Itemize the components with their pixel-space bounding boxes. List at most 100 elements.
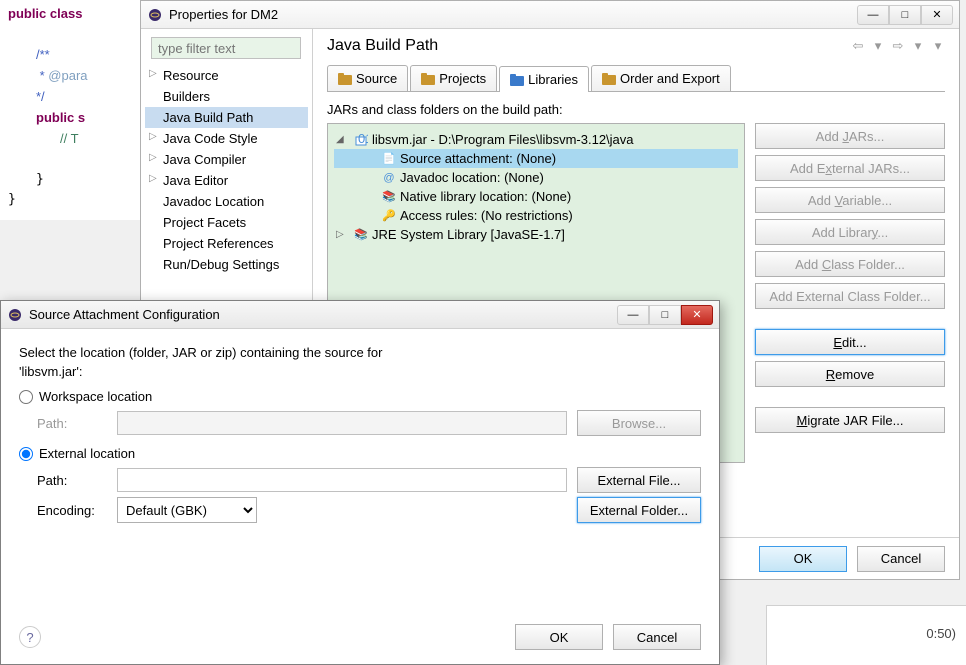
workspace-location-radio[interactable]: [19, 390, 33, 404]
sidebar-item[interactable]: Builders: [145, 86, 308, 107]
folder-icon: [602, 72, 616, 86]
ok-button[interactable]: OK: [515, 624, 603, 650]
browse-button[interactable]: Browse...: [577, 410, 701, 436]
tab-label: Libraries: [528, 72, 578, 87]
caret-icon: ▷: [149, 131, 157, 142]
sidebar-tree: ▷Resource Builders Java Build Path ▷Java Co…: [145, 65, 308, 275]
menu-dropdown-icon[interactable]: ▾: [931, 39, 945, 53]
cancel-button[interactable]: Cancel: [857, 546, 945, 572]
workspace-location-label: Workspace location: [39, 389, 152, 404]
minimize-button[interactable]: —: [857, 5, 889, 25]
sidebar-item-label: Project References: [163, 236, 274, 251]
back-dropdown-icon[interactable]: ▾: [871, 39, 885, 53]
add-variable-button[interactable]: Add Variable...: [755, 187, 945, 213]
sa-prompt-file: 'libsvm.jar':: [19, 364, 701, 379]
sidebar-item-label: Project Facets: [163, 215, 246, 230]
jar-tree-child[interactable]: @ Javadoc location: (None): [334, 168, 738, 187]
jar-tree-label: Native library location: (None): [400, 189, 571, 204]
edit-button[interactable]: Edit...: [755, 329, 945, 355]
external-location-radio[interactable]: [19, 447, 33, 461]
sidebar-item[interactable]: ▷Java Compiler: [145, 149, 308, 170]
jar-tree-label: Access rules: (No restrictions): [400, 208, 573, 223]
caret-expanded-icon[interactable]: ◢: [336, 134, 344, 145]
external-folder-button[interactable]: External Folder...: [577, 497, 701, 523]
maximize-button[interactable]: □: [889, 5, 921, 25]
properties-title: Properties for DM2: [169, 7, 857, 22]
workspace-path-input: [117, 411, 567, 435]
code-line: /**: [36, 47, 50, 62]
sidebar-item[interactable]: Project References: [145, 233, 308, 254]
code-line: */: [36, 89, 45, 104]
code-line: public s: [36, 110, 85, 125]
add-external-jars-button[interactable]: Add External JARs...: [755, 155, 945, 181]
caret-collapsed-icon[interactable]: ▷: [336, 229, 344, 240]
forward-dropdown-icon[interactable]: ▾: [911, 39, 925, 53]
sidebar-item-label: Javadoc Location: [163, 194, 264, 209]
remove-button[interactable]: Remove: [755, 361, 945, 387]
cancel-button[interactable]: Cancel: [613, 624, 701, 650]
caret-icon: ▷: [149, 152, 157, 163]
tab-libraries[interactable]: Libraries: [499, 66, 589, 92]
status-bar-fragment: 0:50): [766, 605, 966, 665]
back-icon[interactable]: ⇦: [851, 39, 865, 53]
code-line: }: [8, 190, 132, 210]
javadoc-icon: @: [382, 171, 396, 185]
add-library-button[interactable]: Add Library...: [755, 219, 945, 245]
tab-source[interactable]: Source: [327, 65, 408, 91]
sa-titlebar: Source Attachment Configuration — □ ✕: [1, 301, 719, 329]
jar-tree-child[interactable]: 🔑 Access rules: (No restrictions): [334, 206, 738, 225]
tab-label: Order and Export: [620, 71, 720, 86]
jar-icon: 010: [354, 133, 368, 147]
code-line: * @para: [36, 68, 88, 83]
jar-tree-label: Source attachment: (None): [400, 151, 556, 166]
sidebar-item[interactable]: Javadoc Location: [145, 191, 308, 212]
add-class-folder-button[interactable]: Add Class Folder...: [755, 251, 945, 277]
sidebar-item-label: Builders: [163, 89, 210, 104]
filter-input[interactable]: [151, 37, 301, 59]
sidebar-item[interactable]: Java Build Path: [145, 107, 308, 128]
close-button[interactable]: ✕: [921, 5, 953, 25]
sidebar-item[interactable]: Run/Debug Settings: [145, 254, 308, 275]
migrate-jar-button[interactable]: Migrate JAR File...: [755, 407, 945, 433]
folder-icon: [338, 72, 352, 86]
source-icon: 📄: [382, 152, 396, 166]
access-rules-icon: 🔑: [382, 209, 396, 223]
svg-text:010: 010: [358, 133, 368, 146]
ok-button[interactable]: OK: [759, 546, 847, 572]
maximize-button[interactable]: □: [649, 305, 681, 325]
tab-order-and-export[interactable]: Order and Export: [591, 65, 731, 91]
jar-tree-child[interactable]: 📚 Native library location: (None): [334, 187, 738, 206]
help-icon[interactable]: ?: [19, 626, 41, 648]
sidebar-item[interactable]: Project Facets: [145, 212, 308, 233]
sidebar-item[interactable]: ▷Resource: [145, 65, 308, 86]
jar-label: JARs and class folders on the build path…: [327, 102, 945, 117]
nav-arrows: ⇦ ▾ ⇨ ▾ ▾: [851, 39, 945, 53]
sa-footer: ? OK Cancel: [19, 624, 701, 650]
external-file-button[interactable]: External File...: [577, 467, 701, 493]
external-path-input[interactable]: [117, 468, 567, 492]
add-external-class-folder-button[interactable]: Add External Class Folder...: [755, 283, 945, 309]
path-label: Path:: [37, 473, 107, 488]
sidebar-item[interactable]: ▷Java Code Style: [145, 128, 308, 149]
tabs: SourceProjects Libraries Order and Export: [327, 65, 945, 92]
button-column: Add JARs... Add External JARs... Add Var…: [755, 123, 945, 463]
sa-prompt: Select the location (folder, JAR or zip)…: [19, 345, 701, 360]
forward-icon[interactable]: ⇨: [891, 39, 905, 53]
jar-tree-child[interactable]: 📄 Source attachment: (None): [334, 149, 738, 168]
folder-icon: [421, 72, 435, 86]
jar-tree-sibling[interactable]: ▷ 📚 JRE System Library [JavaSE-1.7]: [334, 225, 738, 244]
close-button[interactable]: ✕: [681, 305, 713, 325]
encoding-label: Encoding:: [37, 503, 107, 518]
eclipse-icon: [147, 7, 163, 23]
tab-projects[interactable]: Projects: [410, 65, 497, 91]
jar-tree-root[interactable]: ◢ 010 libsvm.jar - D:\Program Files\libs…: [334, 130, 738, 149]
add-jars-button[interactable]: Add JARs...: [755, 123, 945, 149]
jar-tree-label: Javadoc location: (None): [400, 170, 544, 185]
eclipse-icon: [7, 307, 23, 323]
sa-body: Select the location (folder, JAR or zip)…: [1, 329, 719, 543]
encoding-select[interactable]: Default (GBK): [117, 497, 257, 523]
properties-titlebar: Properties for DM2 — □ ✕: [141, 1, 959, 29]
minimize-button[interactable]: —: [617, 305, 649, 325]
sidebar-item[interactable]: ▷Java Editor: [145, 170, 308, 191]
sidebar-item-label: Java Build Path: [163, 110, 253, 125]
